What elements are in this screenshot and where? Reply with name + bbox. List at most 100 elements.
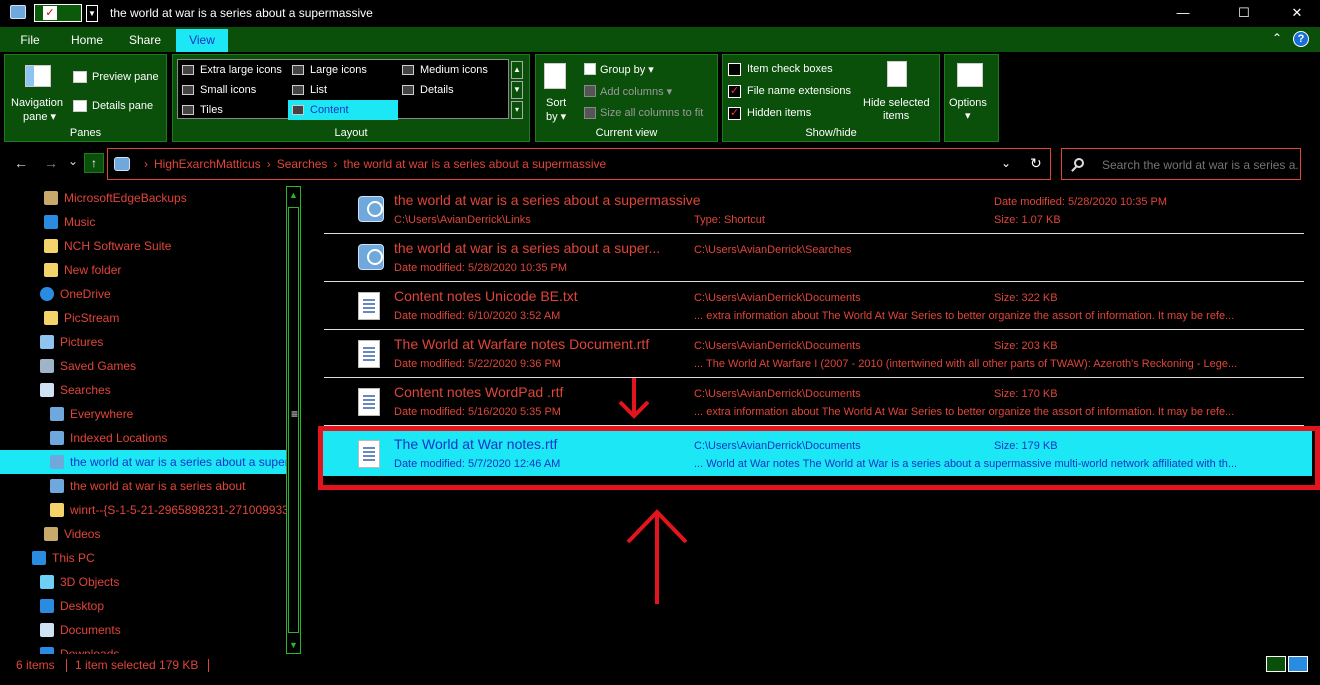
desktop-icon (40, 599, 54, 613)
nav-item-label: Saved Games (60, 359, 137, 373)
layout-list[interactable]: List (288, 80, 398, 100)
layout-scroll-down[interactable]: ▼ (511, 81, 523, 99)
scroll-up-button[interactable]: ▲ (287, 187, 300, 203)
nav-item[interactable]: OneDrive (0, 282, 286, 306)
extra-large-icons-icon (182, 65, 194, 75)
file-row[interactable]: Content notes WordPad .rtf Date modified:… (324, 378, 1304, 426)
explorer-app-icon[interactable] (10, 5, 26, 19)
nav-item[interactable]: Music (0, 210, 286, 234)
file-name[interactable]: Content notes Unicode BE.txt (394, 288, 578, 304)
quick-access-toolbar[interactable]: ✓ (34, 4, 82, 22)
breadcrumb-item[interactable]: the world at war is a series about a sup… (343, 157, 606, 171)
nav-item[interactable]: This PC (0, 546, 286, 570)
file-name[interactable]: The World at Warfare notes Document.rtf (394, 336, 649, 352)
recent-locations-button[interactable]: ⌄ (68, 154, 78, 168)
nav-pane-scrollbar[interactable]: ▲ ≡ ▼ (286, 186, 301, 654)
navigation-pane-button[interactable]: Navigation (11, 97, 63, 109)
layout-scroll-up[interactable]: ▲ (511, 61, 523, 79)
file-name[interactable]: Content notes WordPad .rtf (394, 384, 563, 400)
file-name[interactable]: the world at war is a series about a sup… (394, 240, 660, 256)
details-view-button[interactable] (1266, 656, 1286, 672)
scroll-down-button[interactable]: ▼ (287, 637, 300, 653)
large-icons-view-button[interactable] (1288, 656, 1308, 672)
breadcrumb-item[interactable]: Searches (277, 157, 328, 171)
nav-item-label: Music (64, 215, 96, 229)
nav-item[interactable]: Documents (0, 618, 286, 642)
minimize-button[interactable]: — (1160, 0, 1206, 26)
address-bar[interactable]: › HighExarchMatticus › Searches › the world a… (107, 148, 1051, 180)
search-box[interactable] (1061, 148, 1301, 180)
back-button[interactable]: ← (14, 155, 28, 171)
nav-item-label: 3D Objects (60, 575, 120, 589)
nav-item[interactable]: the world at war is a series about (0, 474, 286, 498)
hide-selected-items-button[interactable]: Hide selected (863, 97, 930, 109)
maximize-button[interactable]: ☐ (1221, 0, 1267, 26)
nav-item[interactable]: NCH Software Suite (0, 234, 286, 258)
add-columns-button[interactable]: Add columns ▾ (600, 85, 672, 98)
refresh-button[interactable]: ↻ (1030, 155, 1042, 172)
customize-toolbar-dropdown[interactable]: ▼ (86, 5, 98, 22)
hidden-items-checkbox[interactable]: ✓ (728, 107, 741, 120)
nav-item[interactable]: the world at war is a series about a sup… (0, 450, 286, 474)
breadcrumb-separator[interactable]: › (267, 157, 271, 171)
nav-item[interactable]: Downloads (0, 642, 286, 654)
layout-small-icons[interactable]: Small icons (178, 80, 288, 100)
properties-check-icon[interactable]: ✓ (43, 6, 57, 20)
collapse-ribbon-icon[interactable]: ⌃ (1272, 31, 1282, 45)
tab-home[interactable]: Home (60, 29, 114, 52)
navigation-pane-icon[interactable] (25, 65, 51, 87)
nav-item[interactable]: Everywhere (0, 402, 286, 426)
nav-item[interactable]: New folder (0, 258, 286, 282)
file-name-extensions-checkbox[interactable]: ✓ (728, 85, 741, 98)
nav-item[interactable]: MicrosoftEdgeBackups (0, 186, 286, 210)
nav-item[interactable]: Pictures (0, 330, 286, 354)
nav-item-label: Desktop (60, 599, 105, 613)
file-row[interactable]: Content notes Unicode BE.txt Date modifie… (324, 282, 1304, 330)
tab-view[interactable]: View (176, 29, 228, 52)
tab-share[interactable]: Share (118, 29, 172, 52)
tab-file[interactable]: File (4, 29, 56, 52)
close-button[interactable]: ✕ (1274, 0, 1320, 26)
nav-item[interactable]: Saved Games (0, 354, 286, 378)
breadcrumb-item[interactable]: HighExarchMatticus (154, 157, 261, 171)
sort-by-button[interactable]: Sort (546, 97, 566, 109)
options-button[interactable]: Options (949, 97, 987, 109)
file-name[interactable]: the world at war is a series about a sup… (394, 192, 701, 208)
nav-item[interactable]: Searches (0, 378, 286, 402)
forward-button[interactable]: → (44, 155, 58, 171)
nav-item-label: Downloads (60, 647, 120, 654)
search-input[interactable] (1102, 156, 1298, 174)
nav-item[interactable]: winrt--{S-1-5-21-2965898231-2710099330 (0, 498, 286, 522)
nav-item-label: Everywhere (70, 407, 134, 421)
options-dropdown[interactable]: ▾ (965, 109, 971, 122)
nav-item[interactable]: 3D Objects (0, 570, 286, 594)
layout-content[interactable]: Content (288, 100, 398, 120)
size-all-columns-button[interactable]: Size all columns to fit (600, 107, 703, 119)
up-button[interactable]: ↑ (84, 153, 104, 173)
scroll-thumb[interactable]: ≡ (288, 207, 299, 633)
file-row[interactable]: the world at war is a series about a sup… (324, 186, 1304, 234)
item-check-boxes-checkbox[interactable] (728, 63, 741, 76)
layout-gallery-more[interactable]: ▾ (511, 101, 523, 119)
layout-tiles[interactable]: Tiles (178, 100, 288, 120)
details-pane-button[interactable]: Details pane (92, 100, 153, 112)
help-icon[interactable]: ? (1293, 31, 1309, 47)
layout-extra-large-icons[interactable]: Extra large icons (178, 60, 288, 80)
scroll-grip-icon: ≡ (290, 407, 298, 421)
group-by-button[interactable]: Group by ▾ (600, 63, 654, 76)
nav-item[interactable]: PicStream (0, 306, 286, 330)
nav-item[interactable]: Videos (0, 522, 286, 546)
nav-item[interactable]: Desktop (0, 594, 286, 618)
layout-medium-icons[interactable]: Medium icons (398, 60, 508, 80)
navigation-pane-dropdown[interactable]: pane ▾ (23, 110, 56, 123)
layout-large-icons[interactable]: Large icons (288, 60, 398, 80)
preview-pane-button[interactable]: Preview pane (92, 71, 159, 83)
file-row[interactable]: the world at war is a series about a sup… (324, 234, 1304, 282)
nav-item[interactable]: Indexed Locations (0, 426, 286, 450)
breadcrumb-separator[interactable]: › (333, 157, 337, 171)
sort-by-dropdown[interactable]: by ▾ (546, 110, 566, 123)
address-dropdown-button[interactable]: ⌄ (1001, 156, 1011, 170)
layout-details[interactable]: Details (398, 80, 508, 100)
file-row[interactable]: The World at Warfare notes Document.rtf D… (324, 330, 1304, 378)
nav-item-label: Documents (60, 623, 121, 637)
